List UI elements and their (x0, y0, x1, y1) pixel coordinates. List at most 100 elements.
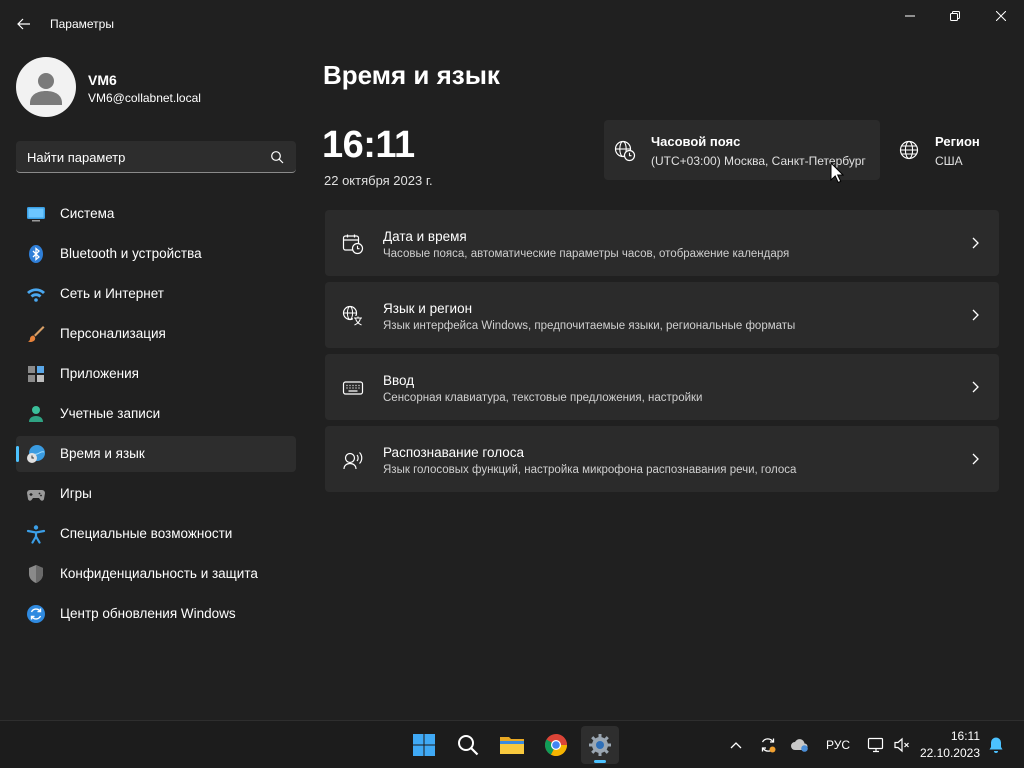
app-title: Параметры (50, 17, 114, 31)
sidebar-item-label: Персонализация (60, 326, 166, 341)
cloud-icon (791, 739, 808, 752)
region-card[interactable]: Регион США (895, 120, 1015, 180)
show-hidden-icons-button[interactable] (726, 735, 746, 755)
sidebar-item-label: Приложения (60, 366, 139, 381)
back-button[interactable] (10, 10, 38, 38)
restore-icon (950, 11, 960, 21)
active-indicator (16, 446, 19, 462)
user-silhouette-icon (30, 73, 62, 105)
input-language-indicator[interactable]: РУС (826, 738, 850, 752)
card-description: Часовые пояса, автоматические параметры … (383, 248, 790, 260)
sidebar-item-label: Время и язык (60, 446, 145, 461)
current-date: 22 октября 2023 г. (324, 173, 433, 188)
card-title: Ввод (383, 373, 415, 388)
network-tray-button[interactable] (866, 735, 886, 755)
chevron-right-icon (972, 453, 979, 465)
apps-icon (28, 366, 44, 382)
title-bar: Параметры (0, 0, 1024, 48)
sidebar-item-label: Учетные записи (60, 406, 161, 421)
sidebar-item-windows-update[interactable]: Центр обновления Windows (16, 596, 296, 632)
chevron-right-icon (972, 309, 979, 321)
volume-tray-button[interactable] (892, 735, 912, 755)
chevron-up-icon (730, 742, 742, 749)
shield-icon (29, 565, 43, 583)
search-input[interactable]: Найти параметр (27, 150, 125, 165)
onedrive-tray-button[interactable] (790, 735, 810, 755)
file-explorer-button[interactable] (493, 726, 531, 764)
taskbar: РУС 16:11 22.10.2023 (0, 720, 1024, 768)
sync-tray-button[interactable] (758, 735, 778, 755)
file-explorer-icon (500, 737, 524, 754)
card-title: Дата и время (383, 229, 467, 244)
sync-icon (761, 738, 776, 753)
wifi-icon (27, 288, 45, 302)
sidebar-item-label: Система (60, 206, 115, 221)
chevron-right-icon (972, 381, 979, 393)
speech-card[interactable]: Распознавание голоса Язык голосовых функ… (325, 426, 999, 492)
sidebar-item-system[interactable]: Система (16, 196, 296, 232)
search-box[interactable]: Найти параметр (16, 141, 296, 173)
card-title: Распознавание голоса (383, 445, 525, 460)
volume-muted-icon (894, 737, 909, 753)
sidebar-item-accounts[interactable]: Учетные записи (16, 396, 296, 432)
bluetooth-icon (29, 245, 43, 263)
taskbar-clock[interactable]: 16:11 (951, 729, 980, 743)
settings-taskbar-button[interactable] (581, 726, 619, 764)
globe-icon (899, 140, 919, 160)
sidebar-item-apps[interactable]: Приложения (16, 356, 296, 392)
maximize-button[interactable] (932, 4, 978, 28)
running-indicator (594, 760, 606, 763)
sidebar-item-label: Центр обновления Windows (60, 606, 236, 621)
card-description: Язык голосовых функций, настройка микроф… (383, 464, 797, 476)
start-icon (413, 734, 435, 756)
card-description: Сенсорная клавиатура, текстовые предложе… (383, 392, 703, 404)
current-time: 16:11 (322, 124, 415, 166)
search-icon (458, 735, 479, 756)
chrome-icon (545, 734, 567, 757)
gamepad-icon (27, 490, 45, 501)
timezone-title: Часовой пояс (651, 134, 741, 149)
search-icon (271, 151, 284, 164)
region-title: Регион (935, 134, 980, 149)
sidebar-item-gaming[interactable]: Игры (16, 476, 296, 512)
mouse-cursor-icon (830, 162, 844, 184)
update-icon (27, 605, 45, 623)
settings-icon (589, 734, 611, 756)
sidebar-item-network[interactable]: Сеть и Интернет (16, 276, 296, 312)
sidebar-item-label: Bluetooth и устройства (60, 246, 202, 261)
notifications-button[interactable] (986, 735, 1006, 755)
taskbar-date[interactable]: 22.10.2023 (920, 746, 980, 760)
page-title: Время и язык (323, 60, 500, 90)
chrome-button[interactable] (537, 726, 575, 764)
calendar-clock-icon (342, 234, 364, 255)
sidebar-item-label: Сеть и Интернет (60, 286, 164, 301)
sidebar-item-label: Игры (60, 486, 92, 501)
taskbar-search-button[interactable] (449, 726, 487, 764)
sidebar-item-bluetooth[interactable]: Bluetooth и устройства (16, 236, 296, 272)
minimize-button[interactable] (887, 4, 933, 28)
typing-card[interactable]: Ввод Сенсорная клавиатура, текстовые пре… (325, 354, 999, 420)
brush-icon (28, 326, 45, 342)
user-name: VM6 (88, 72, 117, 88)
sidebar-item-privacy[interactable]: Конфиденциальность и защита (16, 556, 296, 592)
user-email: VM6@collabnet.local (88, 91, 201, 105)
time-language-icon (27, 445, 45, 463)
date-time-card[interactable]: Дата и время Часовые пояса, автоматическ… (325, 210, 999, 276)
region-value: США (935, 154, 963, 168)
chevron-right-icon (972, 237, 979, 249)
avatar[interactable] (16, 57, 76, 117)
language-region-card[interactable]: Язык и регион Язык интерфейса Windows, п… (325, 282, 999, 348)
start-button[interactable] (405, 726, 443, 764)
accessibility-icon (26, 525, 46, 544)
sidebar-item-time-language[interactable]: Время и язык (16, 436, 296, 472)
card-description: Язык интерфейса Windows, предпочитаемые … (383, 320, 796, 332)
sidebar-item-accessibility[interactable]: Специальные возможности (16, 516, 296, 552)
sidebar-item-personalization[interactable]: Персонализация (16, 316, 296, 352)
card-title: Язык и регион (383, 301, 473, 316)
minimize-icon (905, 15, 915, 17)
globe-clock-icon (614, 140, 636, 162)
arrow-left-icon (17, 18, 30, 30)
close-button[interactable] (978, 4, 1024, 28)
voice-icon (343, 452, 363, 470)
keyboard-icon (342, 381, 364, 395)
